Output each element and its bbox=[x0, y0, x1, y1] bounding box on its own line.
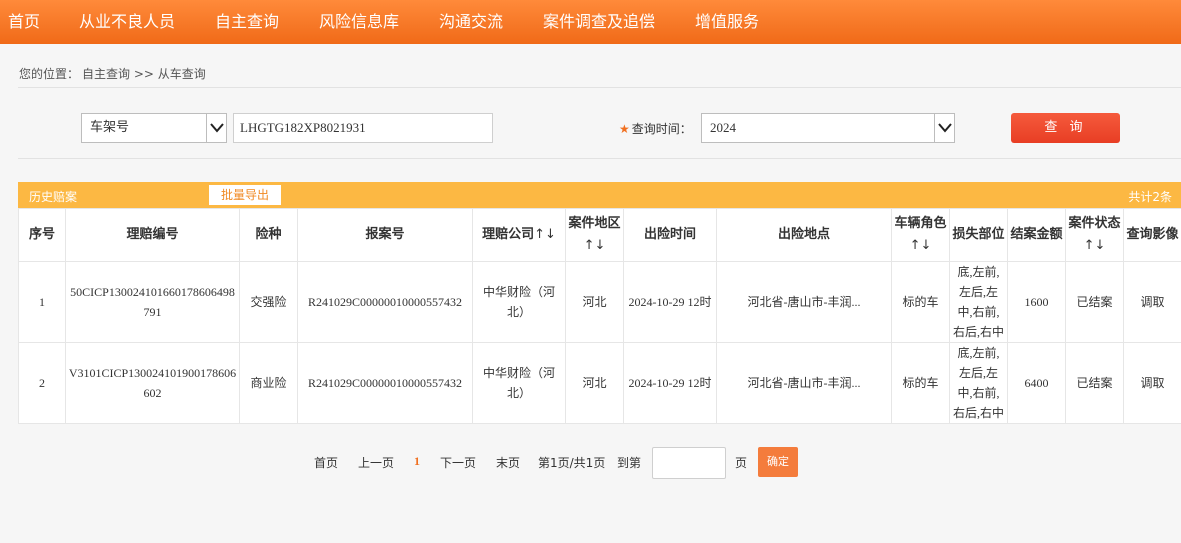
col-status[interactable]: 案件状态 ↑↓ bbox=[1065, 208, 1124, 262]
fetch-image-link[interactable]: 调取 bbox=[1123, 261, 1181, 343]
table-row: 1 50CICP130024101660178606498791 交强险 R24… bbox=[18, 261, 1181, 343]
nav-item-value-added[interactable]: 增值服务 bbox=[695, 0, 759, 44]
cell-vehicle-role: 标的车 bbox=[891, 261, 950, 343]
nav-item-bad-practitioners[interactable]: 从业不良人员 bbox=[79, 0, 175, 44]
col-vehicle-role[interactable]: 车辆角色 ↑↓ bbox=[891, 208, 950, 262]
col-company[interactable]: 理赔公司↑↓ bbox=[472, 208, 566, 262]
chevron-down-icon[interactable] bbox=[934, 114, 954, 142]
cell-status: 已结案 bbox=[1065, 261, 1124, 343]
cell-vehicle-role: 标的车 bbox=[891, 342, 950, 424]
cell-report-no: R241029C00000010000557432 bbox=[297, 261, 473, 343]
cell-amount: 1600 bbox=[1007, 261, 1066, 343]
cell-region: 河北 bbox=[565, 342, 624, 424]
col-insurance-type: 险种 bbox=[239, 208, 298, 262]
claims-table: 序号 理赔编号 险种 报案号 理赔公司↑↓ 案件地区↑↓ 出险时间 出险地点 车… bbox=[18, 208, 1181, 424]
query-time-label: ★ 查询时间： bbox=[619, 120, 692, 137]
pager-next[interactable]: 下一页 bbox=[440, 454, 476, 471]
cell-seq: 2 bbox=[18, 342, 66, 424]
nav-item-risk-db[interactable]: 风险信息库 bbox=[319, 0, 399, 44]
col-vehicle-role-label: 车辆角色 bbox=[894, 216, 947, 231]
cell-time: 2024-10-29 12时 bbox=[623, 342, 717, 424]
cell-time: 2024-10-29 12时 bbox=[623, 261, 717, 343]
cell-insurance-type: 交强险 bbox=[239, 261, 298, 343]
batch-export-button[interactable]: 批量导出 bbox=[209, 185, 281, 205]
sort-icon[interactable]: ↑↓ bbox=[534, 227, 556, 242]
chevron-down-icon[interactable] bbox=[206, 114, 226, 142]
history-bar: 历史赔案 批量导出 共计2条 bbox=[18, 182, 1181, 208]
table-row: 2 V3101CICP130024101900178606602 商业险 R24… bbox=[18, 342, 1181, 424]
total-count: 共计2条 bbox=[1128, 190, 1172, 204]
cell-claim-no: 50CICP130024101660178606498791 bbox=[65, 261, 240, 343]
query-time-label-text: 查询时间： bbox=[631, 122, 692, 136]
col-amount: 结案金额 bbox=[1007, 208, 1066, 262]
cell-report-no: R241029C00000010000557432 bbox=[297, 342, 473, 424]
pager-current[interactable]: 1 bbox=[414, 454, 420, 469]
pager-first[interactable]: 首页 bbox=[314, 454, 338, 471]
col-location: 出险地点 bbox=[716, 208, 892, 262]
cell-damage: 底,左前,左后,左中,右前,右后,右中 bbox=[949, 342, 1008, 424]
cell-region: 河北 bbox=[565, 261, 624, 343]
cell-status: 已结案 bbox=[1065, 342, 1124, 424]
col-status-label: 案件状态 bbox=[1068, 216, 1121, 231]
top-nav: 首页 从业不良人员 自主查询 风险信息库 沟通交流 案件调查及追偿 增值服务 bbox=[0, 0, 1181, 44]
sort-icon[interactable]: ↑↓ bbox=[1084, 238, 1106, 253]
divider bbox=[18, 87, 1181, 88]
cell-company: 中华财险（河北） bbox=[472, 261, 566, 343]
col-company-label: 理赔公司 bbox=[482, 227, 535, 242]
pager-last[interactable]: 末页 bbox=[496, 454, 520, 471]
cell-location: 河北省-唐山市-丰润... bbox=[716, 261, 892, 343]
breadcrumb-prefix: 您的位置： bbox=[19, 67, 80, 81]
cell-amount: 6400 bbox=[1007, 342, 1066, 424]
history-title: 历史赔案 bbox=[29, 190, 78, 204]
query-time-select[interactable]: 2024 bbox=[701, 113, 955, 143]
sort-icon[interactable]: ↑↓ bbox=[910, 238, 932, 253]
col-report-no: 报案号 bbox=[297, 208, 473, 262]
col-region[interactable]: 案件地区 ↑↓ bbox=[565, 208, 624, 262]
vin-input[interactable]: LHGTG182XP8021931 bbox=[233, 113, 493, 143]
divider bbox=[18, 158, 1181, 159]
nav-item-self-query[interactable]: 自主查询 bbox=[215, 0, 279, 44]
pager-unit: 页 bbox=[735, 456, 748, 470]
cell-damage: 底,左前,左后,左中,右前,右后,右中 bbox=[949, 261, 1008, 343]
col-region-label: 案件地区 bbox=[568, 216, 621, 231]
cell-seq: 1 bbox=[18, 261, 66, 343]
sort-icon[interactable]: ↑↓ bbox=[584, 238, 606, 253]
col-seq: 序号 bbox=[18, 208, 66, 262]
query-time-value: 2024 bbox=[710, 120, 736, 135]
col-image: 查询影像 bbox=[1123, 208, 1181, 262]
query-button[interactable]: 查 询 bbox=[1011, 113, 1120, 143]
col-claim-no: 理赔编号 bbox=[65, 208, 240, 262]
pager-info: 第1页/共1页 bbox=[538, 456, 606, 470]
cell-location: 河北省-唐山市-丰润... bbox=[716, 342, 892, 424]
cell-insurance-type: 商业险 bbox=[239, 342, 298, 424]
breadcrumb: 您的位置： 自主查询 >> 从车查询 bbox=[19, 65, 209, 82]
col-time: 出险时间 bbox=[623, 208, 717, 262]
nav-item-home[interactable]: 首页 bbox=[8, 0, 40, 44]
cell-company: 中华财险（河北） bbox=[472, 342, 566, 424]
breadcrumb-path[interactable]: 自主查询 >> 从车查询 bbox=[82, 67, 206, 81]
goto-page-input[interactable] bbox=[652, 447, 726, 479]
pager-prev[interactable]: 上一页 bbox=[358, 454, 394, 471]
pager-goto-label: 到第 bbox=[617, 456, 642, 470]
nav-item-case-investigation[interactable]: 案件调查及追偿 bbox=[543, 0, 655, 44]
cell-claim-no: V3101CICP130024101900178606602 bbox=[65, 342, 240, 424]
confirm-button[interactable]: 确定 bbox=[758, 447, 798, 477]
search-type-select[interactable]: 车架号 bbox=[81, 113, 227, 143]
fetch-image-link[interactable]: 调取 bbox=[1123, 342, 1181, 424]
nav-item-communication[interactable]: 沟通交流 bbox=[439, 0, 503, 44]
table-header-row: 序号 理赔编号 险种 报案号 理赔公司↑↓ 案件地区↑↓ 出险时间 出险地点 车… bbox=[18, 208, 1181, 262]
search-type-value: 车架号 bbox=[90, 120, 130, 135]
col-damage: 损失部位 bbox=[949, 208, 1008, 262]
required-star-icon: ★ bbox=[619, 122, 630, 136]
